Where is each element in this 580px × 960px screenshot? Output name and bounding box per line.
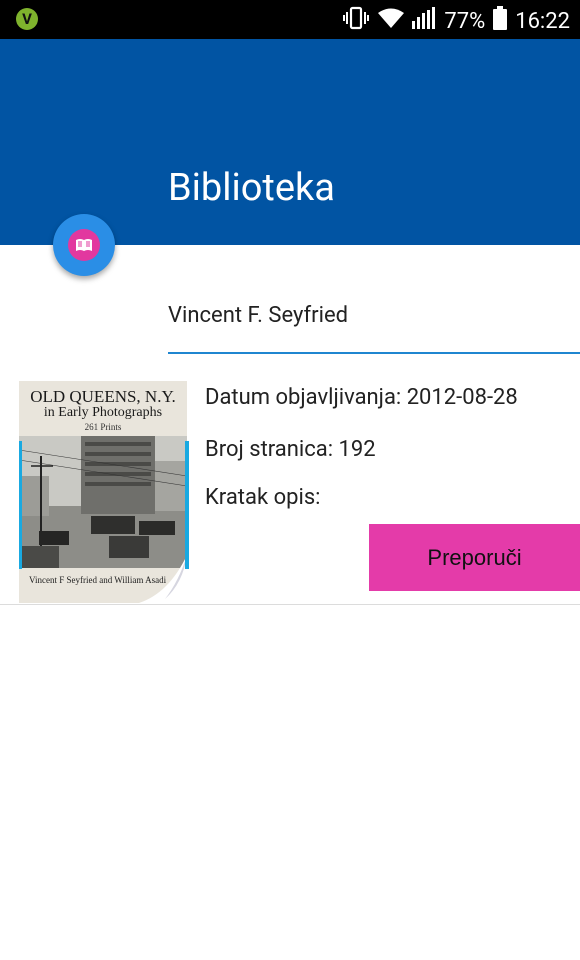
cover-prints: 261 Prints — [84, 422, 122, 432]
short-description-label: Kratak opis: — [205, 485, 321, 510]
book-open-icon — [68, 229, 100, 261]
cover-accent-right — [185, 441, 189, 569]
cover-photo — [19, 436, 187, 568]
cover-title: OLD QUEENS, N.Y. — [30, 387, 176, 406]
wifi-icon — [378, 7, 405, 36]
author-underline — [168, 352, 580, 354]
page-title: Biblioteka — [168, 166, 335, 210]
cover-accent-left — [19, 441, 22, 569]
recommend-button[interactable]: Preporuči — [369, 524, 580, 591]
page-count: Broj stranica: 192 — [205, 437, 376, 462]
author-name: Vincent F. Seyfried — [168, 303, 349, 328]
vibrate-icon — [342, 6, 370, 37]
status-bar: V 77% 16:22 — [0, 0, 580, 39]
clock: 16:22 — [515, 8, 570, 34]
battery-percent: 77% — [444, 8, 486, 34]
cover-subtitle: in Early Photographs — [43, 405, 163, 420]
card-divider — [0, 604, 580, 605]
library-fab[interactable] — [53, 214, 115, 276]
page-curl-icon — [139, 553, 187, 603]
battery-icon — [493, 6, 508, 37]
signal-icon — [412, 7, 436, 36]
app-notification-icon: V — [16, 8, 38, 30]
book-cover[interactable]: OLD QUEENS, N.Y. in Early Photographs 26… — [19, 381, 187, 603]
publish-date: Datum objavljivanja: 2012-08-28 — [205, 385, 518, 410]
